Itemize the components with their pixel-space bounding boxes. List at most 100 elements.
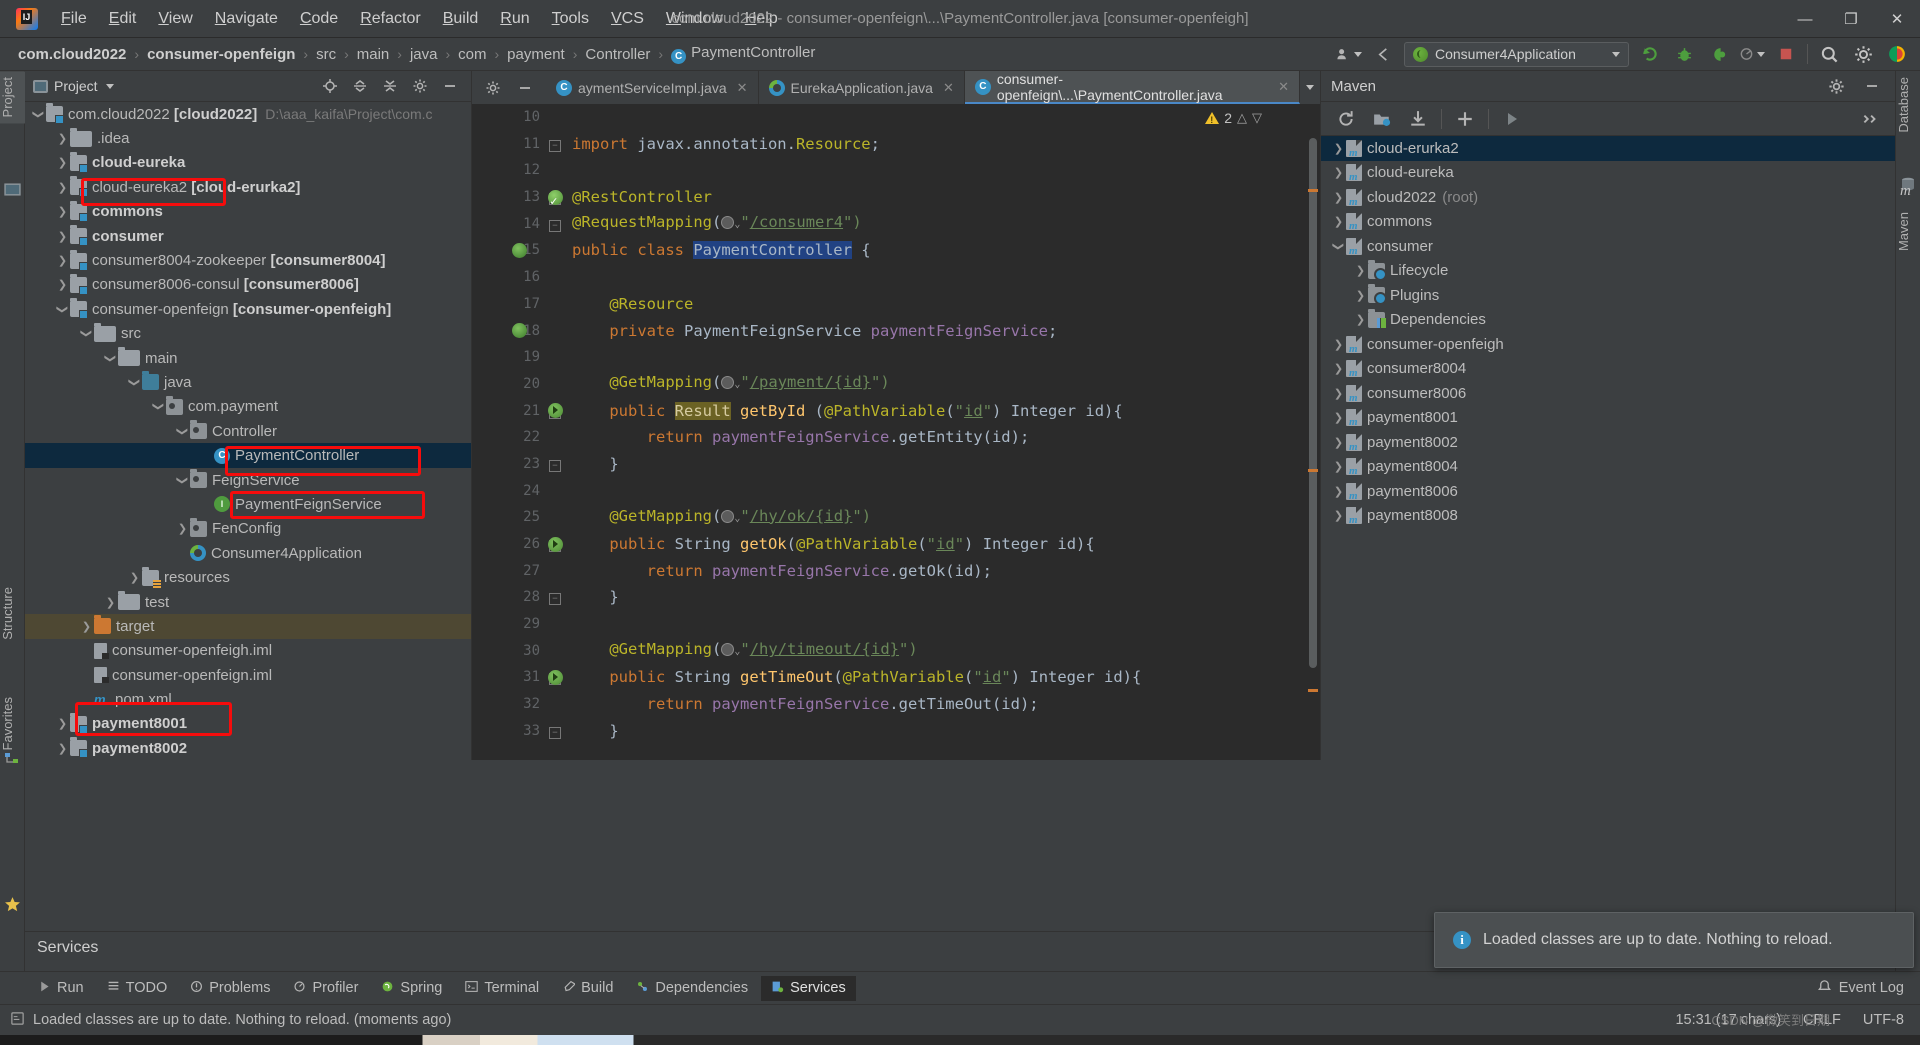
strip-tab-project[interactable]: Project bbox=[0, 71, 25, 124]
maven-node-payment8001[interactable]: payment8001 bbox=[1321, 406, 1895, 431]
chevron-right-icon[interactable] bbox=[1331, 485, 1346, 498]
menu-item-build[interactable]: Build bbox=[432, 6, 490, 32]
tree-node-commons[interactable]: commons bbox=[25, 200, 471, 224]
chevron-down-icon[interactable] bbox=[175, 474, 190, 487]
chevron-right-icon[interactable] bbox=[55, 156, 70, 169]
event-log-button[interactable]: Event Log bbox=[1817, 979, 1920, 998]
chevron-right-icon[interactable] bbox=[1353, 313, 1368, 326]
tree-node-cloud-eureka2--cloud-erurka2-[interactable]: cloud-eureka2 [cloud-erurka2] bbox=[25, 175, 471, 199]
chevron-right-icon[interactable] bbox=[55, 181, 70, 194]
maven-node-payment8002[interactable]: payment8002 bbox=[1321, 430, 1895, 455]
maven-node-cloud-erurka2[interactable]: cloud-erurka2 bbox=[1321, 136, 1895, 161]
chevron-right-icon[interactable] bbox=[1353, 264, 1368, 277]
maven-node-plugins[interactable]: Plugins bbox=[1321, 283, 1895, 308]
rerun-icon[interactable] bbox=[1637, 42, 1663, 66]
tool-window-tab-profiler[interactable]: Profiler bbox=[283, 976, 368, 1001]
green-check-gutter-icon[interactable] bbox=[548, 188, 564, 215]
chevron-down-icon[interactable]: ▽ bbox=[1252, 110, 1262, 126]
chevron-right-icon[interactable] bbox=[1331, 215, 1346, 228]
maven-node-cloud2022[interactable]: cloud2022 (root) bbox=[1321, 185, 1895, 210]
close-button[interactable]: ✕ bbox=[1874, 0, 1920, 38]
tree-node-paymentcontroller[interactable]: C PaymentController bbox=[25, 443, 471, 468]
tree-node-consumer-openfeign-iml[interactable]: consumer-openfeign.iml bbox=[25, 663, 471, 687]
ide-icon[interactable] bbox=[1884, 42, 1910, 66]
menu-item-tools[interactable]: Tools bbox=[541, 6, 600, 32]
strip-tab-structure[interactable]: Structure bbox=[0, 581, 25, 646]
tree-node-consumer4application[interactable]: Consumer4Application bbox=[25, 541, 471, 565]
gear-icon[interactable] bbox=[407, 74, 433, 98]
breadcrumb-item-com[interactable]: com bbox=[454, 44, 490, 65]
add-module-icon[interactable] bbox=[1369, 107, 1395, 131]
maven-node-payment8008[interactable]: payment8008 bbox=[1321, 504, 1895, 529]
tree-node-pom-xml[interactable]: m pom.xml bbox=[25, 687, 471, 711]
tree-node-consumer8004-zookeeper--consumer8004-[interactable]: consumer8004-zookeeper [consumer8004] bbox=[25, 248, 471, 272]
editor-tab-eurekaapplication-java[interactable]: EurekaApplication.java ✕ bbox=[758, 71, 965, 104]
chevron-down-icon[interactable] bbox=[175, 425, 190, 438]
tool-window-tab-problems[interactable]: Problems bbox=[180, 976, 280, 1001]
chevron-right-icon[interactable] bbox=[1331, 460, 1346, 473]
chevron-right-icon[interactable] bbox=[55, 230, 70, 243]
tab-list-button[interactable] bbox=[1300, 71, 1320, 104]
maven-node-payment8006[interactable]: payment8006 bbox=[1321, 479, 1895, 504]
tree-node-consumer-openfeign--consumer-openfeigh-[interactable]: consumer-openfeign [consumer-openfeigh] bbox=[25, 297, 471, 321]
maven-node-consumer8004[interactable]: consumer8004 bbox=[1321, 357, 1895, 382]
tree-node-src[interactable]: src bbox=[25, 322, 471, 346]
menu-item-edit[interactable]: Edit bbox=[98, 6, 148, 32]
strip-tab-favorites[interactable]: Favorites bbox=[0, 691, 25, 756]
fold-marker[interactable]: − bbox=[544, 211, 566, 238]
chevron-right-icon[interactable] bbox=[175, 522, 190, 535]
chevron-up-icon[interactable]: △ bbox=[1237, 110, 1247, 126]
strip-tab-maven[interactable]: Maven bbox=[1896, 206, 1920, 257]
settings-gear-icon[interactable] bbox=[1850, 42, 1876, 66]
chevron-right-icon[interactable] bbox=[127, 571, 142, 584]
chevron-right-icon[interactable] bbox=[103, 596, 118, 609]
chevron-right-icon[interactable] bbox=[1331, 142, 1346, 155]
locate-icon[interactable] bbox=[317, 74, 343, 98]
tree-node-com-cloud2022--cloud2022-[interactable]: com.cloud2022 [cloud2022] D:\aaa_kaifa\Pr… bbox=[25, 102, 471, 126]
tree-node-main[interactable]: main bbox=[25, 346, 471, 370]
maven-node-dependencies[interactable]: Dependencies bbox=[1321, 308, 1895, 333]
web-reference-icon[interactable] bbox=[721, 376, 735, 390]
debug-icon[interactable] bbox=[1671, 42, 1697, 66]
tree-node-consumer8006-consul--consumer8006-[interactable]: consumer8006-consul [consumer8006] bbox=[25, 273, 471, 297]
menu-item-code[interactable]: Code bbox=[289, 6, 349, 32]
chevron-down-icon[interactable] bbox=[105, 83, 114, 89]
reload-icon[interactable] bbox=[1333, 107, 1359, 131]
tree-node-target[interactable]: target bbox=[25, 614, 471, 639]
chevron-down-icon[interactable] bbox=[151, 400, 166, 413]
chevron-down-icon[interactable] bbox=[31, 108, 46, 121]
maven-node-payment8004[interactable]: payment8004 bbox=[1321, 455, 1895, 480]
tree-node-consumer[interactable]: consumer bbox=[25, 224, 471, 248]
inspection-warning-badge[interactable]: 2 △ ▽ bbox=[1205, 110, 1262, 126]
chevron-right-icon[interactable] bbox=[1353, 289, 1368, 302]
more-options-icon[interactable] bbox=[1857, 107, 1883, 131]
web-reference-icon[interactable] bbox=[721, 643, 735, 657]
menu-item-navigate[interactable]: Navigate bbox=[204, 6, 289, 32]
editor-scrollbar[interactable] bbox=[1309, 138, 1317, 728]
editor-body[interactable]: 2 △ ▽ 1011−import javax.annotation.Resou… bbox=[472, 104, 1320, 760]
plus-icon[interactable] bbox=[1452, 107, 1478, 131]
code-content[interactable]: 10 11− import javax.annotation.Resource; 12… bbox=[472, 104, 1320, 760]
breadcrumb-item-src[interactable]: src bbox=[312, 44, 340, 65]
close-tab-icon[interactable]: ✕ bbox=[737, 80, 748, 96]
fold-marker[interactable]: − bbox=[544, 451, 566, 478]
tree-node-com-payment[interactable]: com.payment bbox=[25, 395, 471, 419]
tool-window-tab-services[interactable]: Services bbox=[761, 975, 856, 1001]
tool-window-tab-todo[interactable]: TODO bbox=[97, 976, 178, 1001]
search-icon[interactable] bbox=[1816, 42, 1842, 66]
tool-window-tab-spring[interactable]: Spring bbox=[371, 976, 452, 1001]
tree-node-test[interactable]: test bbox=[25, 590, 471, 614]
chevron-right-icon[interactable] bbox=[55, 278, 70, 291]
tree-node-java[interactable]: java bbox=[25, 370, 471, 394]
maven-node-consumer8006[interactable]: consumer8006 bbox=[1321, 381, 1895, 406]
web-reference-icon[interactable] bbox=[721, 216, 735, 230]
breadcrumb-item-controller[interactable]: Controller bbox=[581, 44, 654, 65]
bookmark-star-icon[interactable] bbox=[4, 896, 21, 918]
tree-node-controller[interactable]: Controller bbox=[25, 419, 471, 443]
editor-tab-aymentserviceimpl-java[interactable]: CaymentServiceImpl.java ✕ bbox=[546, 71, 759, 104]
error-stripe-mark[interactable] bbox=[1308, 189, 1318, 192]
chevron-right-icon[interactable] bbox=[1331, 509, 1346, 522]
fold-marker[interactable]: − bbox=[544, 718, 566, 745]
tool-window-tab-run[interactable]: Run bbox=[28, 976, 94, 1001]
stop-icon[interactable] bbox=[1773, 42, 1799, 66]
